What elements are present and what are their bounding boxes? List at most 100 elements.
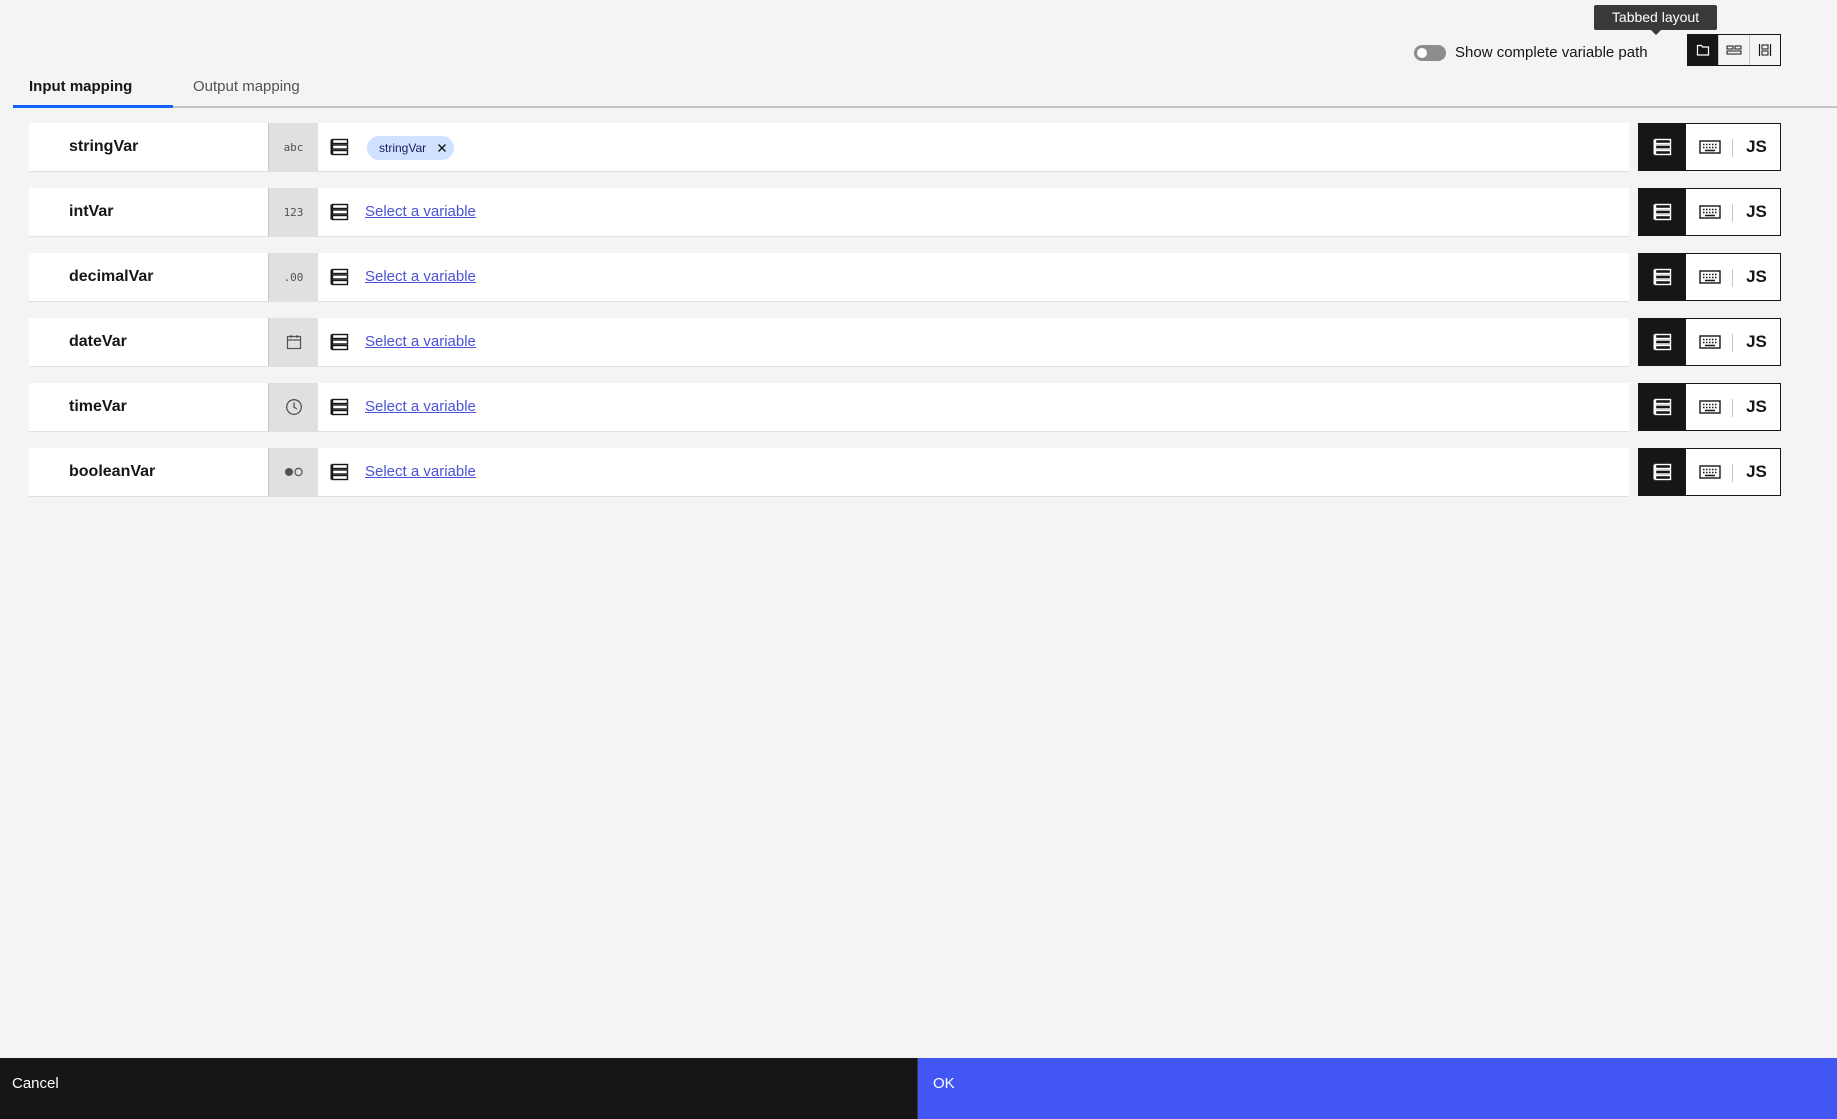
mode-constant-button[interactable]	[1686, 319, 1733, 365]
select-variable-link[interactable]: Select a variable	[365, 448, 476, 496]
variable-list-icon[interactable]	[330, 202, 350, 222]
keyboard-icon	[1698, 465, 1721, 479]
type-label: 123	[283, 205, 304, 219]
dialog-footer: Cancel OK	[0, 1058, 1837, 1119]
variable-name: stringVar	[69, 138, 139, 155]
value-mode-switcher: JS	[1638, 448, 1781, 496]
variable-list-icon	[1653, 138, 1671, 156]
tooltip-text: Tabbed layout	[1611, 9, 1700, 25]
select-variable-link[interactable]: Select a variable	[365, 318, 476, 366]
keyboard-icon	[1698, 140, 1721, 154]
mapping-tabs: Input mapping Output mapping	[13, 72, 1837, 108]
keyboard-icon	[1698, 400, 1721, 414]
date-type-indicator	[268, 318, 318, 366]
keyboard-icon	[1698, 205, 1721, 219]
calendar-icon	[286, 335, 301, 350]
mapping-row: decimalVar .00 Select a variable JS	[29, 253, 1781, 302]
mapping-row: booleanVar Select a variable JS	[29, 448, 1781, 497]
mode-js-button[interactable]: JS	[1733, 189, 1780, 235]
tab-output-mapping[interactable]: Output mapping	[190, 72, 320, 106]
side-by-side-layout-icon	[1758, 44, 1772, 56]
mapping-row: intVar 123 Select a variable JS	[29, 188, 1781, 237]
close-icon	[438, 144, 447, 152]
mode-variable-button[interactable]	[1639, 254, 1686, 300]
toggle-track[interactable]	[1414, 44, 1446, 61]
variable-list-icon[interactable]	[330, 267, 350, 287]
boolean-type-indicator	[268, 448, 318, 496]
variable-list-icon	[1653, 463, 1671, 481]
mode-js-button[interactable]: JS	[1733, 124, 1780, 170]
variable-list-icon	[1653, 398, 1671, 416]
toggle-knob	[1417, 47, 1427, 58]
mode-constant-button[interactable]	[1686, 189, 1733, 235]
mode-constant-button[interactable]	[1686, 254, 1733, 300]
chip-remove-button[interactable]	[434, 140, 450, 156]
time-type-indicator	[268, 383, 318, 431]
cancel-button[interactable]: Cancel	[0, 1058, 918, 1119]
mapping-row-main: booleanVar Select a variable	[29, 448, 1629, 497]
mode-js-button[interactable]: JS	[1733, 449, 1780, 495]
tooltip: Tabbed layout	[1594, 5, 1717, 35]
tooltip-caret	[1650, 30, 1661, 35]
integer-type-indicator: 123	[268, 188, 318, 236]
mode-constant-button[interactable]	[1686, 124, 1733, 170]
variable-list-icon	[1653, 203, 1671, 221]
variable-name: booleanVar	[69, 463, 156, 480]
variable-list-icon[interactable]	[330, 397, 350, 417]
ok-button[interactable]: OK	[918, 1058, 1837, 1119]
variable-list-icon	[1653, 268, 1671, 286]
mapping-row-main: dateVar Select a variable	[29, 318, 1629, 367]
mapping-row: timeVar Select a variable JS	[29, 383, 1781, 432]
mode-variable-button[interactable]	[1639, 189, 1686, 235]
clock-icon	[285, 399, 302, 415]
decimal-type-indicator: .00	[268, 253, 318, 301]
mode-variable-button[interactable]	[1639, 384, 1686, 430]
stacked-layout-button[interactable]	[1718, 35, 1749, 65]
string-type-indicator: abc	[268, 123, 318, 171]
mode-variable-button[interactable]	[1639, 124, 1686, 170]
value-mode-switcher: JS	[1638, 253, 1781, 301]
value-mode-switcher: JS	[1638, 188, 1781, 236]
select-variable-link[interactable]: Select a variable	[365, 383, 476, 431]
mapping-row-main: stringVar abc stringVar	[29, 123, 1629, 172]
mode-constant-button[interactable]	[1686, 384, 1733, 430]
type-label: .00	[283, 270, 304, 284]
mapping-row-main: timeVar Select a variable	[29, 383, 1629, 432]
mode-js-button[interactable]: JS	[1733, 254, 1780, 300]
variable-list-icon[interactable]	[330, 462, 350, 482]
variable-list-icon[interactable]	[330, 137, 350, 157]
mapping-row: dateVar Select a variable JS	[29, 318, 1781, 367]
keyboard-icon	[1698, 335, 1721, 349]
mode-js-button[interactable]: JS	[1733, 319, 1780, 365]
tab-input-mapping[interactable]: Input mapping	[13, 72, 173, 108]
select-variable-link[interactable]: Select a variable	[365, 188, 476, 236]
select-variable-link[interactable]: Select a variable	[365, 253, 476, 301]
mapping-row: stringVar abc stringVar JS	[29, 123, 1781, 172]
variable-list-icon	[1653, 333, 1671, 351]
keyboard-icon	[1698, 270, 1721, 284]
mode-js-button[interactable]: JS	[1733, 384, 1780, 430]
chip-label: stringVar	[379, 141, 427, 155]
show-path-toggle[interactable]: Show complete variable path	[1414, 44, 1648, 61]
side-by-side-layout-button[interactable]	[1749, 35, 1780, 65]
mode-constant-button[interactable]	[1686, 449, 1733, 495]
type-label: abc	[283, 140, 304, 154]
variable-name: timeVar	[69, 398, 127, 415]
value-mode-switcher: JS	[1638, 318, 1781, 366]
tabbed-layout-button[interactable]	[1688, 35, 1718, 65]
mode-variable-button[interactable]	[1639, 449, 1686, 495]
boolean-toggle-icon	[284, 467, 303, 477]
variable-name: dateVar	[69, 333, 127, 350]
toggle-label: Show complete variable path	[1455, 44, 1648, 61]
mapping-row-main: intVar 123 Select a variable	[29, 188, 1629, 237]
layout-switcher	[1687, 34, 1781, 66]
tabbed-layout-icon	[1696, 44, 1710, 56]
value-mode-switcher: JS	[1638, 123, 1781, 171]
variable-list-icon[interactable]	[330, 332, 350, 352]
variable-name: decimalVar	[69, 268, 154, 285]
mode-variable-button[interactable]	[1639, 319, 1686, 365]
variable-chip: stringVar	[367, 136, 455, 160]
value-mode-switcher: JS	[1638, 383, 1781, 431]
mapping-row-main: decimalVar .00 Select a variable	[29, 253, 1629, 302]
variable-name: intVar	[69, 203, 114, 220]
